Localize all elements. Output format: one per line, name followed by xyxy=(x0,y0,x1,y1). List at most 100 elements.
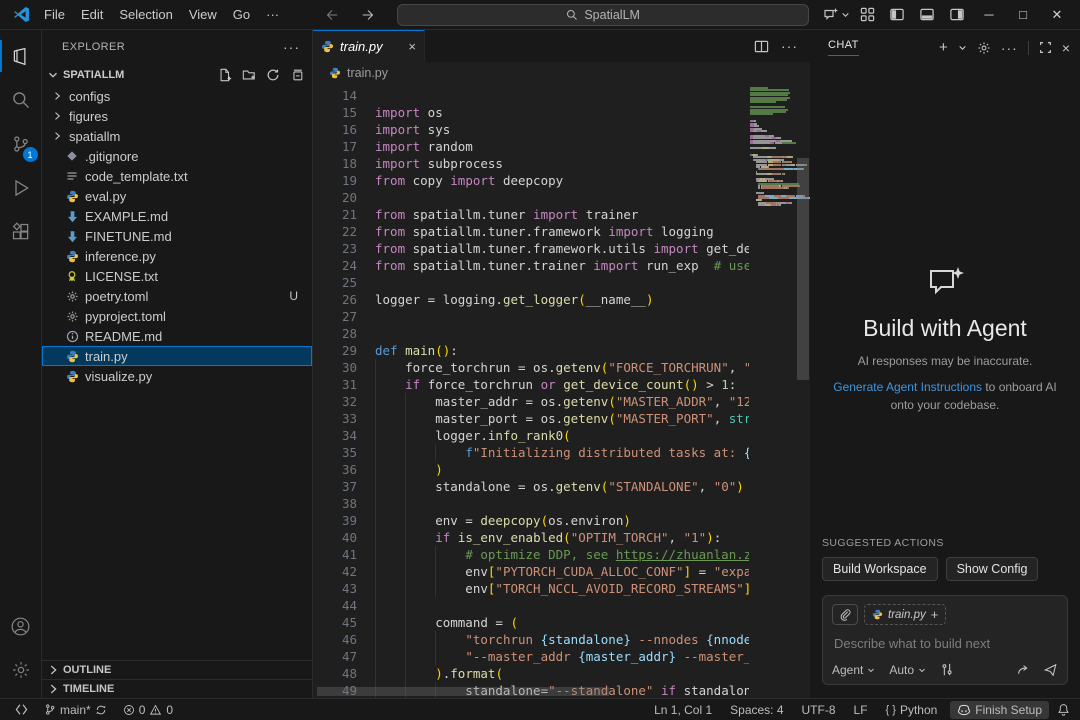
tab-close-icon[interactable]: × xyxy=(408,39,416,54)
vertical-scrollbar-thumb[interactable] xyxy=(797,158,809,380)
code-line-45[interactable]: 45 command = ( xyxy=(313,614,749,631)
refresh-icon[interactable] xyxy=(266,68,280,82)
tree-item--gitignore[interactable]: .gitignore xyxy=(42,146,312,166)
copilot-menu-button[interactable] xyxy=(823,7,850,23)
mode-dropdown[interactable]: Agent xyxy=(832,663,875,677)
collapse-all-icon[interactable] xyxy=(290,68,304,82)
code-line-33[interactable]: 33 master_port = os.getenv("MASTER_PORT"… xyxy=(313,410,749,427)
code-line-25[interactable]: 25 xyxy=(313,274,749,291)
forward-arrow-icon[interactable] xyxy=(355,4,381,26)
copilot-finish-setup[interactable]: Finish Setup xyxy=(950,701,1049,719)
code-line-16[interactable]: 16import sys xyxy=(313,121,749,138)
tree-item-example-md[interactable]: EXAMPLE.md xyxy=(42,206,312,226)
tree-item-configs[interactable]: configs xyxy=(42,86,312,106)
tree-item-finetune-md[interactable]: FINETUNE.md xyxy=(42,226,312,246)
activity-explorer-icon[interactable] xyxy=(0,34,42,78)
chat-input-box[interactable]: train.py + Describe what to build next A… xyxy=(822,595,1068,685)
code-line-39[interactable]: 39 env = deepcopy(os.environ) xyxy=(313,512,749,529)
tree-item-train-py[interactable]: train.py xyxy=(42,346,312,366)
eol-sequence[interactable]: LF xyxy=(849,699,873,720)
code-line-15[interactable]: 15import os xyxy=(313,104,749,121)
minimap[interactable] xyxy=(749,84,796,698)
section-timeline[interactable]: TIMELINE xyxy=(42,679,312,698)
split-editor-icon[interactable] xyxy=(754,39,769,54)
vertical-scrollbar[interactable] xyxy=(796,84,810,698)
tools-icon[interactable] xyxy=(940,663,954,677)
tree-item-readme-md[interactable]: README.md xyxy=(42,326,312,346)
tree-item-code-template-txt[interactable]: code_template.txt xyxy=(42,166,312,186)
code-line-20[interactable]: 20 xyxy=(313,189,749,206)
close-button[interactable]: ✕ xyxy=(1042,2,1072,28)
bell-icon[interactable] xyxy=(1057,703,1070,716)
git-branch-indicator[interactable]: main* xyxy=(39,699,112,720)
project-section-header[interactable]: SPATIALLM xyxy=(42,64,312,86)
tree-item-license-txt[interactable]: LICENSE.txt xyxy=(42,266,312,286)
tree-item-figures[interactable]: figures xyxy=(42,106,312,126)
code-line-22[interactable]: 22from spatiallm.tuner.framework import … xyxy=(313,223,749,240)
code-line-37[interactable]: 37 standalone = os.getenv("STANDALONE", … xyxy=(313,478,749,495)
activity-source-control-icon[interactable]: 1 xyxy=(0,122,42,166)
breadcrumb[interactable]: train.py xyxy=(313,62,810,84)
command-center-search[interactable]: SpatialLM xyxy=(397,4,809,26)
menu-selection[interactable]: Selection xyxy=(111,4,180,25)
language-mode[interactable]: { } Python xyxy=(881,699,943,720)
code-line-18[interactable]: 18import subprocess xyxy=(313,155,749,172)
tree-item-eval-py[interactable]: eval.py xyxy=(42,186,312,206)
toggle-panel-icon[interactable] xyxy=(914,4,940,26)
menu-edit[interactable]: Edit xyxy=(73,4,111,25)
code-line-19[interactable]: 19from copy import deepcopy xyxy=(313,172,749,189)
code-line-38[interactable]: 38 xyxy=(313,495,749,512)
horizontal-scrollbar[interactable] xyxy=(313,687,749,696)
activity-run-debug-icon[interactable] xyxy=(0,166,42,210)
menu-go[interactable]: Go xyxy=(225,4,258,25)
code-line-44[interactable]: 44 xyxy=(313,597,749,614)
tab-train-py[interactable]: train.py × xyxy=(313,30,425,62)
maximize-button[interactable]: □ xyxy=(1008,2,1038,28)
menu-view[interactable]: View xyxy=(181,4,225,25)
context-chip-train-py[interactable]: train.py + xyxy=(864,604,946,625)
remote-indicator[interactable] xyxy=(10,699,33,720)
explorer-more-actions[interactable]: ··· xyxy=(283,39,300,55)
model-dropdown[interactable]: Auto xyxy=(889,663,926,677)
code-line-31[interactable]: 31 if force_torchrun or get_device_count… xyxy=(313,376,749,393)
toggle-sidebar-left-icon[interactable] xyxy=(884,4,910,26)
menu-[interactable]: ··· xyxy=(258,4,287,25)
activity-search-icon[interactable] xyxy=(0,78,42,122)
show-config-button[interactable]: Show Config xyxy=(946,557,1039,581)
editor-more-actions[interactable]: ··· xyxy=(781,38,798,54)
code-area[interactable]: 1415import os16import sys17import random… xyxy=(313,84,810,698)
cursor-position[interactable]: Ln 1, Col 1 xyxy=(649,699,717,720)
generate-instructions-link[interactable]: Generate Agent Instructions xyxy=(833,380,982,394)
code-line-35[interactable]: 35 f"Initializing distributed tasks at: … xyxy=(313,444,749,461)
code-line-26[interactable]: 26logger = logging.get_logger(__name__) xyxy=(313,291,749,308)
code-line-48[interactable]: 48 ).format( xyxy=(313,665,749,682)
code-line-47[interactable]: 47 "--master_addr {master_addr} --master… xyxy=(313,648,749,665)
menu-file[interactable]: File xyxy=(36,4,73,25)
code-line-41[interactable]: 41 # optimize DDP, see https://zhuanlan.… xyxy=(313,546,749,563)
code-line-34[interactable]: 34 logger.info_rank0( xyxy=(313,427,749,444)
code-line-29[interactable]: 29def main(): xyxy=(313,342,749,359)
code-line-14[interactable]: 14 xyxy=(313,87,749,104)
code-line-23[interactable]: 23from spatiallm.tuner.framework.utils i… xyxy=(313,240,749,257)
code-line-28[interactable]: 28 xyxy=(313,325,749,342)
chat-input-placeholder[interactable]: Describe what to build next xyxy=(834,636,1056,651)
add-context-icon[interactable]: + xyxy=(931,607,939,622)
problems-indicator[interactable]: 0 0 xyxy=(118,699,178,720)
code-line-17[interactable]: 17import random xyxy=(313,138,749,155)
minimize-button[interactable]: ─ xyxy=(974,2,1004,28)
new-file-icon[interactable] xyxy=(218,68,232,82)
code-line-30[interactable]: 30 force_torchrun = os.getenv("FORCE_TOR… xyxy=(313,359,749,376)
horizontal-scrollbar-thumb[interactable] xyxy=(317,687,609,696)
code-line-27[interactable]: 27 xyxy=(313,308,749,325)
attach-context-button[interactable] xyxy=(832,604,858,625)
code-line-43[interactable]: 43 env["TORCH_NCCL_AVOID_RECORD_STREAMS"… xyxy=(313,580,749,597)
close-panel-icon[interactable]: × xyxy=(1062,40,1070,56)
tree-item-visualize-py[interactable]: visualize.py xyxy=(42,366,312,386)
activity-extensions-icon[interactable] xyxy=(0,210,42,254)
code-line-40[interactable]: 40 if is_env_enabled("OPTIM_TORCH", "1")… xyxy=(313,529,749,546)
encoding[interactable]: UTF-8 xyxy=(797,699,841,720)
maximize-panel-icon[interactable] xyxy=(1039,41,1052,54)
chevron-down-icon[interactable] xyxy=(958,43,967,52)
back-arrow-icon[interactable] xyxy=(319,4,345,26)
sync-icon[interactable] xyxy=(95,704,107,716)
